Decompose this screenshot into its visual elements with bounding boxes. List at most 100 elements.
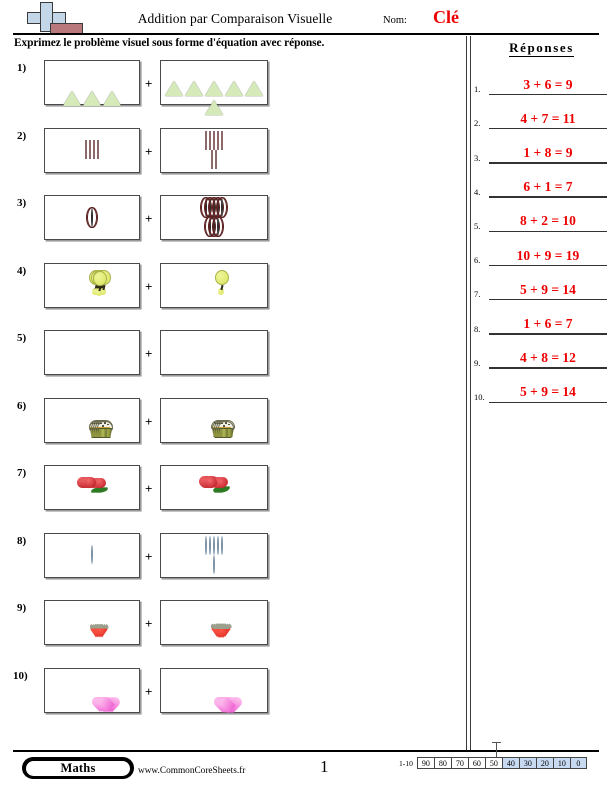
answers-heading: Réponses [509,40,574,57]
shape-row [205,83,223,115]
circle-icon [213,554,215,574]
problem-row: 10) + [0,664,466,732]
addend-box-right [160,397,268,443]
shape-group [161,534,267,577]
square-icon [211,149,213,169]
scale-cell: 30 [518,757,536,769]
problems-list: 1) +2) +3) +4) +5) +6) +7) +8) +9) +10) + [0,56,466,731]
grading-scale: 1-10 90 80 70 60 50 40 30 20 10 0 [399,757,587,769]
scale-cell: 70 [450,757,468,769]
page-number: 1 [320,757,329,776]
answer-number: 4. [474,186,481,197]
answer-value: 3 + 6 = 9 [523,76,573,92]
shape-group [45,669,139,712]
answer-row: 7. 5 + 9 = 14 [474,267,612,301]
problem-number: 9) [17,602,27,614]
problem-number: 10) [13,669,28,682]
answer-row: 10. 5 + 9 = 14 [474,370,612,404]
shape-group [161,61,267,115]
shape-group [45,601,139,644]
plus-sign: + [145,346,153,361]
answer-line [489,367,607,369]
answer-value: 5 + 9 = 14 [520,384,576,400]
answer-number: 3. [474,152,481,163]
addend-box-left [44,600,140,645]
addend-box-left [44,397,140,443]
shape-group [45,534,139,577]
circle-icon [205,535,207,555]
answer-value: 6 + 1 = 7 [523,179,573,195]
addend-box-right [160,600,268,645]
instructions-text: Exprimez le problème visuel sous forme d… [14,37,325,49]
name-value: Clé [433,7,459,27]
answer-number: 5. [474,220,481,231]
website-url: www.CommonCoreSheets.fr [138,766,246,776]
answer-row: 1. 3 + 6 = 9 [474,62,612,96]
problem-row: 3) + [0,191,466,259]
shape-row [205,535,223,555]
shape-row [85,140,99,159]
addend-box-left [44,532,140,578]
scale-cell: 10 [552,757,570,769]
shape-row [205,198,223,217]
addend-box-right [160,195,268,240]
answer-number: 6. [474,255,481,266]
shape-group [161,129,267,172]
addend-box-left [44,330,140,375]
triangle-icon [103,73,121,106]
problem-number: 3) [17,197,27,209]
plus-sign: + [145,76,153,91]
answer-row: 9. 4 + 8 = 12 [474,336,612,370]
scale-range-label: 1-10 [399,758,413,768]
shape-row [91,545,93,564]
shape-row [91,207,93,227]
plus-sign: + [145,481,153,496]
answer-line [489,299,607,301]
shape-group [161,264,267,307]
name-label: Nom: [383,15,407,26]
addend-box-right [160,60,268,115]
baseball-icon [91,207,93,227]
shape-group [161,669,267,712]
answer-number: 1. [474,84,481,95]
addend-box-left [44,60,140,106]
scale-cell: 40 [501,757,519,769]
scale-cell: 60 [467,757,485,769]
answer-row: 2. 4 + 7 = 11 [474,96,612,130]
baseball-icon [221,198,223,217]
answer-line [489,128,607,130]
scale-cell: 90 [416,757,434,769]
plus-sign: + [145,143,153,159]
scale-cell: 20 [535,757,553,769]
shape-row [165,64,263,96]
shape-row [213,554,215,574]
answer-line [489,93,607,96]
answer-line [489,401,607,403]
problem-number: 1) [17,62,27,74]
problem-number: 7) [17,467,27,479]
problem-number: 8) [17,534,27,547]
subject-badge: Maths [22,757,134,779]
plus-sign: + [145,278,153,294]
problem-row: 6) + [0,394,466,462]
triangle-icon [205,83,223,115]
square-icon [217,130,219,150]
shape-row [211,149,217,169]
square-icon [93,140,95,159]
addend-box-left [44,127,140,173]
shape-group [161,196,267,239]
column-divider [466,36,468,750]
subject-badge-label: Maths [26,760,130,776]
answer-number: 10. [474,391,485,402]
answer-value: 1 + 8 = 9 [523,145,573,161]
answer-number: 8. [474,323,481,334]
addend-box-left [44,465,140,510]
header-divider [13,33,599,36]
plus-sign: + [145,683,153,699]
circle-icon [221,535,223,555]
footer-divider [13,750,599,753]
plus-sign: + [145,413,153,429]
shape-group [45,399,139,442]
answer-value: 8 + 2 = 10 [520,213,576,229]
addend-box-right [160,465,268,510]
